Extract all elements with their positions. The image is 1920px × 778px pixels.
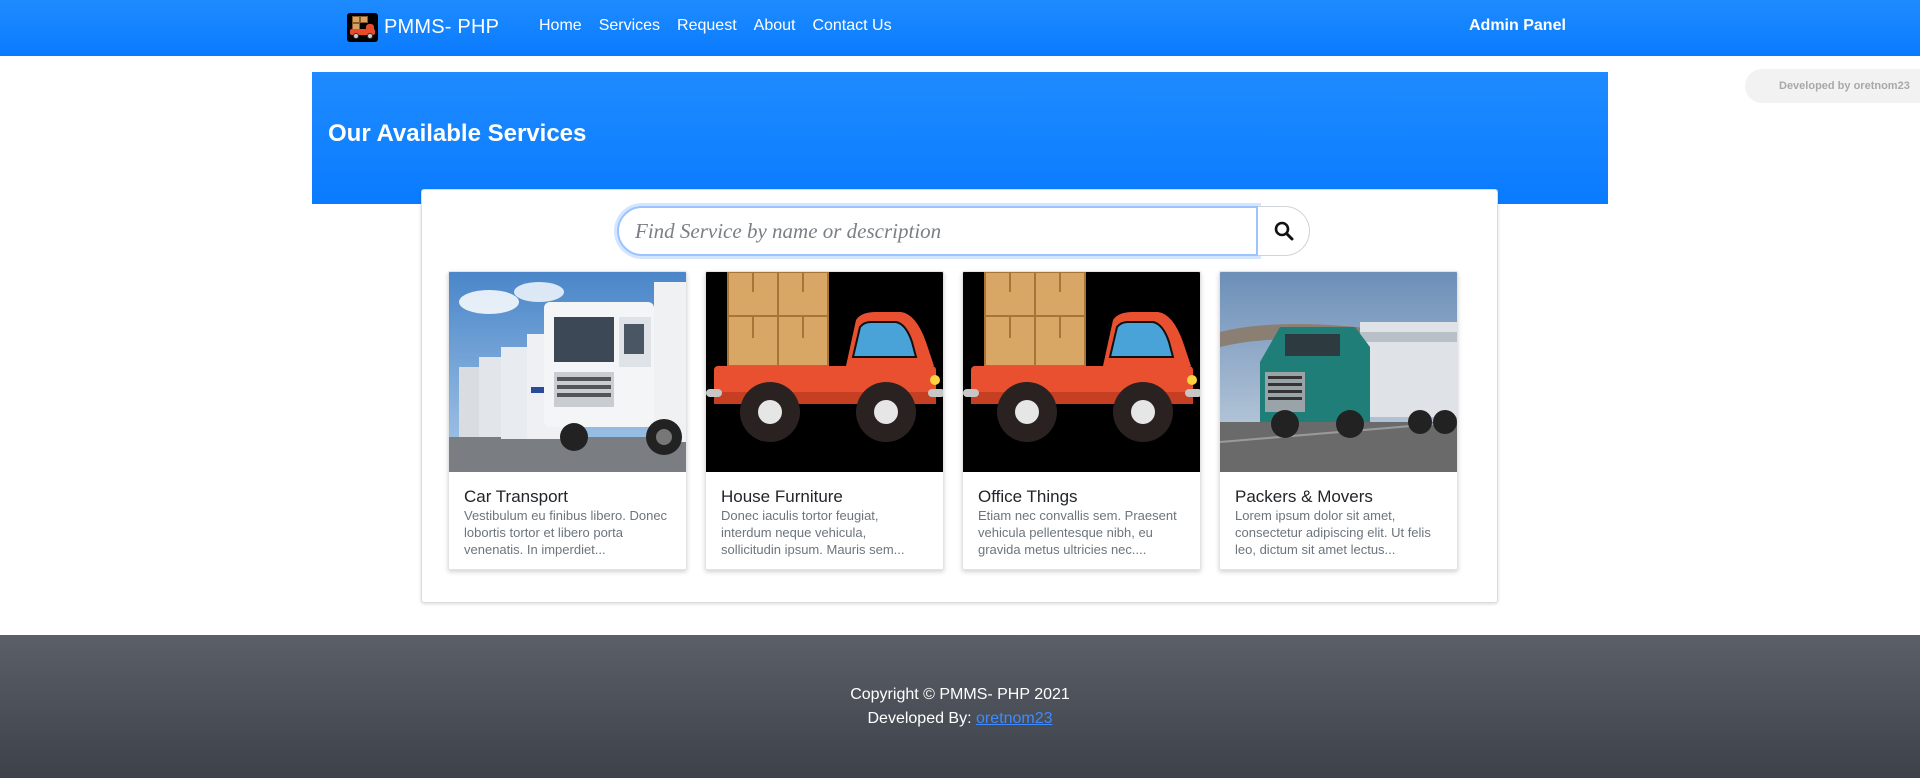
service-description: Etiam nec convallis sem. Praesent vehicu… xyxy=(978,508,1177,557)
page-header-banner: Our Available Services xyxy=(312,72,1608,204)
search-bar xyxy=(617,206,1310,256)
cartoon-truck-boxes xyxy=(706,272,943,472)
admin-panel-link[interactable]: Admin Panel xyxy=(1469,17,1566,35)
developer-link[interactable]: oretnom23 xyxy=(976,710,1053,727)
top-navbar: PMMS- PHP Home Services Request About Co… xyxy=(0,0,1920,56)
developer-tag[interactable]: Developed by oretnom23 xyxy=(1745,69,1920,103)
services-panel: Car Transport Vestibulum eu finibus libe… xyxy=(421,189,1498,603)
nav-contact-link[interactable]: Contact Us xyxy=(812,17,891,35)
service-card-house-furniture[interactable]: House Furniture Donec iaculis tortor feu… xyxy=(705,271,944,570)
service-description: Donec iaculis tortor feugiat, interdum n… xyxy=(721,508,905,557)
service-title: House Furniture xyxy=(721,487,843,506)
brand[interactable]: PMMS- PHP xyxy=(347,13,499,42)
developed-by-label: Developed By: xyxy=(867,710,972,727)
search-button[interactable] xyxy=(1258,206,1310,256)
cartoon-truck-boxes xyxy=(963,272,1200,472)
brand-name: PMMS- PHP xyxy=(384,16,500,38)
green-semi-truck-photo xyxy=(1220,272,1457,472)
service-card-car-transport[interactable]: Car Transport Vestibulum eu finibus libe… xyxy=(448,271,687,570)
nav-services-link[interactable]: Services xyxy=(599,17,660,35)
service-description: Vestibulum eu finibus libero. Donec lobo… xyxy=(464,508,668,557)
footer: Copyright © PMMS- PHP 2021 Developed By:… xyxy=(0,635,1920,778)
search-icon xyxy=(1274,221,1293,241)
brand-logo-icon xyxy=(347,13,378,42)
copyright-text: Copyright © PMMS- PHP 2021 xyxy=(850,686,1070,703)
service-cards: Car Transport Vestibulum eu finibus libe… xyxy=(448,271,1476,570)
nav-links: Home Services Request About Contact Us xyxy=(539,17,909,35)
truck-fleet-photo xyxy=(449,272,686,472)
service-title: Office Things xyxy=(978,487,1078,506)
nav-about-link[interactable]: About xyxy=(754,17,796,35)
service-card-packers-movers[interactable]: Packers & Movers Lorem ipsum dolor sit a… xyxy=(1219,271,1458,570)
nav-home-link[interactable]: Home xyxy=(539,17,582,35)
developed-by-line: Developed By: oretnom23 xyxy=(0,710,1920,728)
page-title: Our Available Services xyxy=(328,120,587,147)
service-title: Car Transport xyxy=(464,487,568,506)
search-input[interactable] xyxy=(617,206,1258,256)
service-title: Packers & Movers xyxy=(1235,487,1373,506)
service-card-office-things[interactable]: Office Things Etiam nec convallis sem. P… xyxy=(962,271,1201,570)
nav-request-link[interactable]: Request xyxy=(677,17,737,35)
service-description: Lorem ipsum dolor sit amet, consectetur … xyxy=(1235,508,1431,557)
